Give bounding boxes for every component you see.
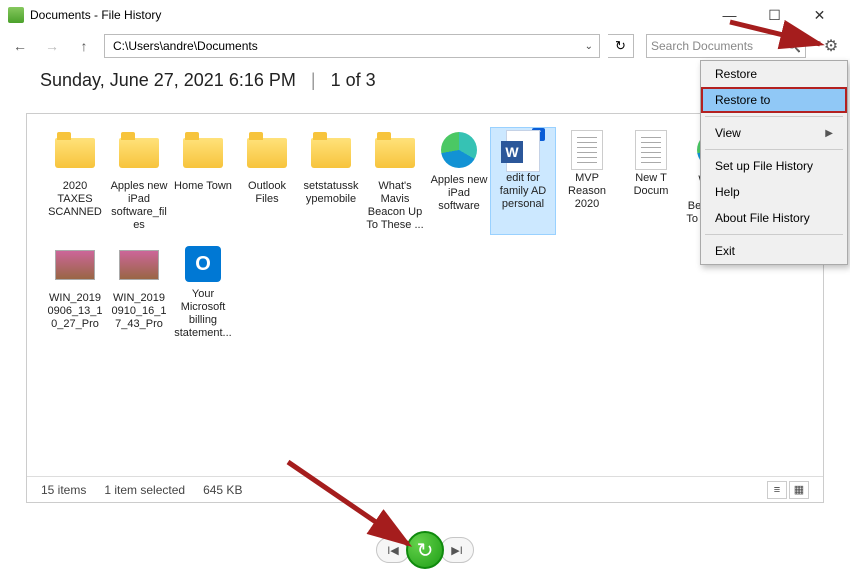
separator: | [301,70,326,90]
icons-view-button[interactable]: ▦ [789,481,809,499]
file-item[interactable]: New T Docum [619,128,683,234]
file-label: 2020 TAXES SCANNED [45,180,105,219]
up-button[interactable]: ↑ [72,34,96,58]
file-label: Apples new iPad software [429,174,489,213]
back-button[interactable]: ← [8,34,32,58]
status-bar: 15 items 1 item selected 645 KB ≡ ▦ [27,476,823,502]
status-size: 645 KB [203,483,242,497]
file-label: WIN_2019 0906_13_1 0_27_Pro [45,292,105,331]
next-version-button[interactable]: ▶I [440,537,474,563]
file-item[interactable]: WIN_2019 0906_13_1 0_27_Pro [43,242,107,342]
restore-controls: I◀ ↻ ▶I [376,531,474,569]
file-item[interactable]: 2020 TAXES SCANNED [43,128,107,234]
file-label: Home Town [173,180,233,193]
folder-icon [247,138,287,178]
doc-icon [631,130,671,170]
menu-restore-to[interactable]: Restore to [701,87,847,113]
status-selected: 1 item selected [104,483,185,497]
folder-icon [311,138,351,178]
file-label: What's Mavis Beacon Up To These ... [365,180,425,232]
file-label: edit for family AD personal [493,172,553,211]
file-item[interactable]: Outlook Files [235,128,299,234]
snapshot-index: 1 of 3 [331,70,376,90]
file-label: setstatussk ypemobile [301,180,361,206]
minimize-button[interactable]: — [707,1,752,29]
snapshot-datetime: Sunday, June 27, 2021 6:16 PM [40,70,296,90]
file-item[interactable]: OYour Microsoft billing statement... [171,242,235,342]
file-item[interactable]: ✓edit for family AD personal [491,128,555,234]
app-icon [8,7,24,23]
thumb-icon [119,250,159,290]
path-input[interactable] [111,38,581,54]
refresh-button[interactable]: ↻ [608,34,634,58]
file-item[interactable]: Apples new iPad software_fil es [107,128,171,234]
edge-icon [439,132,479,172]
menu-view[interactable]: View ▶ [701,120,847,146]
file-label: New T Docum [621,172,681,198]
file-label: WIN_2019 0910_16_1 7_43_Pro [109,292,169,331]
file-label: Your Microsoft billing statement... [173,288,233,340]
maximize-button[interactable]: ☐ [752,1,797,29]
word-icon [503,130,543,170]
folder-icon [375,138,415,178]
file-item[interactable]: Apples new iPad software [427,128,491,234]
menu-view-label: View [715,126,741,140]
file-item[interactable]: What's Mavis Beacon Up To These ... [363,128,427,234]
doc-icon [567,130,607,170]
status-count: 15 items [41,483,86,497]
menu-restore[interactable]: Restore [701,61,847,87]
window-title: Documents - File History [30,8,161,22]
file-item[interactable]: setstatussk ypemobile [299,128,363,234]
file-label: Apples new iPad software_fil es [109,180,169,232]
menu-setup[interactable]: Set up File History [701,153,847,179]
file-item[interactable]: WIN_2019 0910_16_1 7_43_Pro [107,242,171,342]
search-input[interactable]: Search Documents 🔍 [646,34,806,58]
menu-help[interactable]: Help [701,179,847,205]
submenu-arrow-icon: ▶ [825,128,833,139]
details-view-button[interactable]: ≡ [767,481,787,499]
nav-bar: ← → ↑ ⌄ ↻ Search Documents 🔍 ⚙ [0,30,850,62]
file-label: MVP Reason 2020 [557,172,617,211]
outlook-icon: O [183,246,223,286]
file-label: Outlook Files [237,180,297,206]
folder-icon [55,138,95,178]
thumb-icon [55,250,95,290]
file-item[interactable]: MVP Reason 2020 [555,128,619,234]
forward-button[interactable]: → [40,34,64,58]
title-bar: Documents - File History — ☐ ✕ [0,0,850,30]
search-placeholder: Search Documents [651,39,786,53]
folder-icon [119,138,159,178]
settings-gear-icon[interactable]: ⚙ [820,35,842,57]
file-item[interactable]: Home Town [171,128,235,234]
previous-version-button[interactable]: I◀ [376,537,410,563]
folder-icon [183,138,223,178]
close-button[interactable]: ✕ [797,1,842,29]
search-icon: 🔍 [786,39,801,53]
path-dropdown-icon[interactable]: ⌄ [585,41,593,52]
address-bar[interactable]: ⌄ [104,34,600,58]
menu-about[interactable]: About File History [701,205,847,231]
settings-context-menu: Restore Restore to View ▶ Set up File Hi… [700,60,848,265]
menu-exit[interactable]: Exit [701,238,847,264]
restore-button[interactable]: ↻ [406,531,444,569]
